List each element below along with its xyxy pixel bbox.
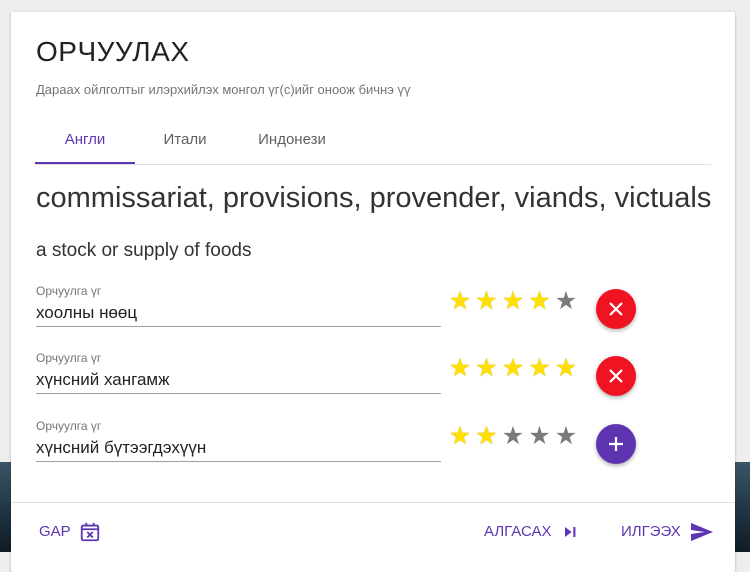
translate-card: ОРЧУУЛАХ Дараах ойлголтыг илэрхийлэх мон… xyxy=(11,12,735,572)
skip-label: АЛГАСАХ xyxy=(484,523,552,540)
star-icon[interactable]: ★ xyxy=(500,355,526,381)
star-icon[interactable]: ★ xyxy=(500,423,526,449)
translation-label: Орчуулга үг xyxy=(36,284,102,298)
star-icon[interactable]: ★ xyxy=(474,423,500,449)
star-icon[interactable]: ★ xyxy=(553,355,579,381)
star-icon[interactable]: ★ xyxy=(527,288,553,314)
page-subtitle: Дараах ойлголтыг илэрхийлэх монгол үг(с)… xyxy=(36,82,411,97)
translation-row: Орчуулга үг ★★★★★ xyxy=(11,351,735,411)
star-icon[interactable]: ★ xyxy=(474,355,500,381)
translation-row: Орчуулга үг ★★★★★ xyxy=(11,419,735,479)
gap-button[interactable]: GAP xyxy=(39,517,101,547)
send-label: ИЛГЭЭХ xyxy=(621,523,681,540)
source-words: commissariat, provisions, provender, via… xyxy=(36,182,712,214)
remove-translation-button[interactable] xyxy=(596,289,636,329)
tab-english[interactable]: Англи xyxy=(35,122,135,164)
skip-button[interactable]: АЛГАСАХ xyxy=(484,517,580,547)
translation-row: Орчуулга үг ★★★★★ xyxy=(11,284,735,344)
star-icon[interactable]: ★ xyxy=(447,288,473,314)
tab-indonesian[interactable]: Индонези xyxy=(235,122,349,162)
star-icon[interactable]: ★ xyxy=(527,423,553,449)
gap-label: GAP xyxy=(39,523,71,540)
send-icon xyxy=(690,523,713,541)
translation-input[interactable] xyxy=(36,367,441,394)
close-icon xyxy=(609,302,623,316)
skip-next-icon xyxy=(564,527,575,537)
star-icon[interactable]: ★ xyxy=(527,355,553,381)
calendar-x-icon xyxy=(80,522,99,542)
star-icon[interactable]: ★ xyxy=(474,288,500,314)
translation-input[interactable] xyxy=(36,300,441,327)
close-icon xyxy=(609,369,623,383)
tab-italian[interactable]: Итали xyxy=(135,122,235,162)
language-tabs: Англи Итали Индонези xyxy=(35,122,711,165)
translation-label: Орчуулга үг xyxy=(36,419,102,433)
send-button[interactable]: ИЛГЭЭХ xyxy=(621,517,715,547)
remove-translation-button[interactable] xyxy=(596,356,636,396)
plus-icon xyxy=(609,437,623,451)
star-icon[interactable]: ★ xyxy=(447,423,473,449)
translation-input[interactable] xyxy=(36,435,441,462)
page-title: ОРЧУУЛАХ xyxy=(36,36,190,67)
definition-text: a stock or supply of foods xyxy=(36,240,252,261)
star-icon[interactable]: ★ xyxy=(447,355,473,381)
star-icon[interactable]: ★ xyxy=(553,423,579,449)
star-icon[interactable]: ★ xyxy=(553,288,579,314)
star-icon[interactable]: ★ xyxy=(500,288,526,314)
add-translation-button[interactable] xyxy=(596,424,636,464)
card-footer: GAP АЛГАСАХ ИЛГЭЭХ xyxy=(11,502,735,563)
translation-label: Орчуулга үг xyxy=(36,351,102,365)
